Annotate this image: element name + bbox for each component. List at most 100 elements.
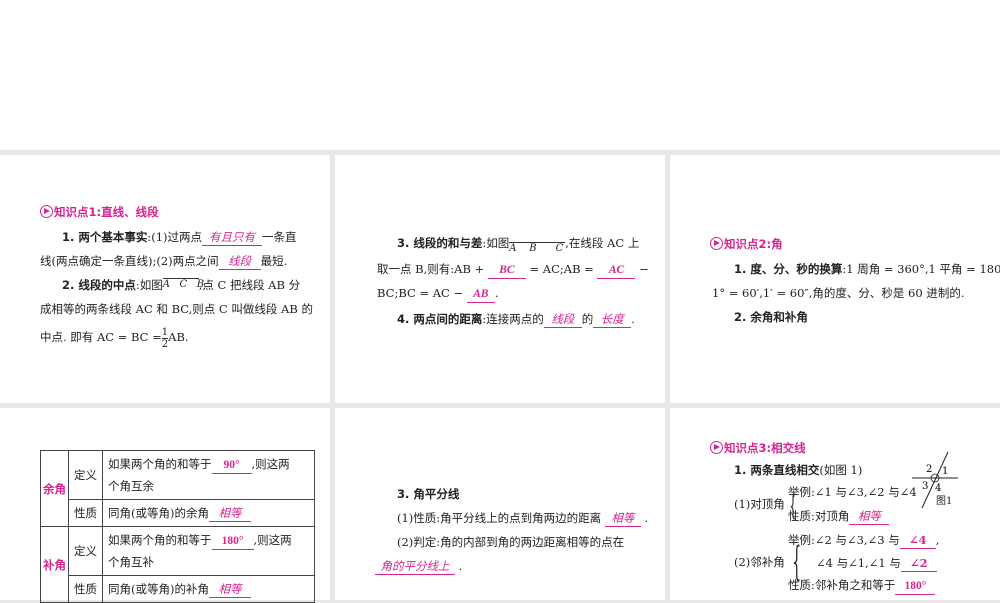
answer-blank: 线段 [218,253,261,270]
answer-blank: 长度 [593,311,632,328]
text: 最短. [260,254,288,268]
text: 同角(或等角)的补角 [108,582,209,596]
item-label: 1. 度、分、秒的换算 [734,262,843,276]
text: BC;BC = AC − [377,286,464,300]
text-line: 举例:∠2 与∠3,∠3 与 ∠4, [788,528,939,552]
text: 举例:∠2 与∠3,∠3 与 [788,533,900,547]
text: 性质:邻补角之和等于 [788,578,896,592]
figure-caption: 图1 [936,496,953,507]
point-label: C [179,279,188,290]
text: − [639,262,649,276]
section-heading: 知识点1:直线、线段 [40,200,159,224]
play-icon [710,237,723,250]
text: (1)对顶角 [734,497,785,511]
text-line: 1. 两个基本事实:(1)过两点 有且只有 一条直 [62,225,297,249]
text: 的 [581,312,594,326]
text: 取一点 B,则有:AB + [377,262,485,276]
text-line: 中点. 即有 AC = BC = 1 2 AB. [40,325,189,350]
text: 一条直 [262,230,297,244]
text-line: 线(两点确定一条直线);(2)两点之间 线段 最短. [40,249,287,273]
label-cell: 性质 [68,499,103,527]
play-icon [40,205,53,218]
table-row: 补角 定义 如果两个角的和等于 180° ,则这两 个角互补 [40,526,315,603]
answer-blank: 角的平分线上 [375,558,455,575]
answer-blank: 线段 [543,311,582,328]
answer-blank: 相等 [604,510,641,527]
definition-cell: 如果两个角的和等于 90° ,则这两 个角互余 [102,450,315,500]
text-line: 1. 两条直线相交(如图 1) [734,458,862,482]
text: ,点 C 把线段 AB 分 [198,278,301,292]
text: ,在线段 AC 上 [565,236,640,250]
text-line: ∠4 与∠1,∠1 与 ∠2 [816,551,937,575]
answer-blank: 90° [211,457,252,474]
text: 线(两点确定一条直线);(2)两点之间 [40,254,219,268]
property-cell: 同角(或等角)的补角 相等 [102,575,315,603]
text-line: 3. 角平分线 [397,482,459,506]
category-cell: 补角 [40,526,69,603]
answer-blank: 180° [895,578,936,595]
table-row: 性质 同角(或等角)的补角 相等 [41,575,315,603]
category-cell: 余角 [40,450,69,527]
text: 同角(或等角)的余角 [108,506,209,520]
answer-blank: 有且只有 [202,229,263,246]
text-line: (2)判定:角的内部到角的两边距离相等的点在 [397,535,625,549]
text: ∠4 与∠1,∠1 与 [816,556,901,570]
text: . [494,286,499,300]
answer-blank: 相等 [208,505,251,522]
panel-angle-bisector: 3. 角平分线 (1)性质:角平分线上的点到角两边的距离 相等 . (2)判定:… [335,408,665,600]
text: ,则这两 [251,457,290,471]
text: 如果两个角的和等于 [108,533,212,547]
panel-intersecting-lines: 知识点3:相交线 1. 两条直线相交(如图 1) 2 1 3 4 图1 (1)对… [670,408,1000,600]
text: 如果两个角的和等于 [108,457,212,471]
panel-line-segment: 知识点1:直线、线段 1. 两个基本事实:(1)过两点 有且只有 一条直 线(两点确… [0,155,330,403]
item-label: 4. 两点间的距离 [397,312,483,326]
segment-figure: A C B [162,278,204,291]
text-line: 2. 线段的中点:如图A C B,点 C 把线段 AB 分 [62,273,300,297]
item-label: 2. 余角和补角 [734,310,808,324]
segment-figure: A B C [509,242,566,255]
top-blank-area [0,0,1000,150]
angle-label: 1 [942,466,948,477]
text-line: 1. 度、分、秒的换算:1 周角 = 360°,1 平角 = 180°, [734,257,1000,281]
label-cell: 定义 [68,526,103,576]
text: :连接两点的 [482,312,544,326]
text: . [644,511,649,525]
text: :(1)过两点 [147,230,203,244]
play-icon [710,441,723,454]
section-heading: 知识点3:相交线 [710,436,806,460]
definition-cell: 如果两个角的和等于 180° ,则这两 个角互补 [102,526,315,576]
text: ,则这两 [253,533,292,547]
answer-blank: 相等 [849,508,890,525]
text-line: 2. 余角和补角 [734,305,808,329]
text: 个角互补 [108,555,154,569]
point-label: B [529,243,537,254]
answer-blank: 相等 [208,581,251,598]
answer-blank: AC [597,262,636,279]
angle-table: 余角 定义 如果两个角的和等于 90° ,则这两 个角互余 性质 同角(或等角)的余角 相等 … [40,450,315,603]
text: . [631,312,635,326]
answer-blank: AB [466,286,495,303]
text-line: 性质:邻补角之和等于 180° [788,573,936,597]
text: . [458,559,463,573]
answer-blank: ∠4 [899,532,936,549]
heading-text: 知识点2:角 [724,237,783,251]
table-row: 余角 定义 如果两个角的和等于 90° ,则这两 个角互余 [40,450,315,527]
text-line: BC;BC = AC − AB. [377,281,498,305]
text: (1)性质:角平分线上的点到角两边的距离 [397,511,602,525]
answer-blank: ∠2 [900,555,937,572]
text: (如图 1) [819,463,863,477]
item-label: 3. 角平分线 [397,487,460,501]
answer-blank: BC [487,262,526,279]
angle-label: 2 [926,464,932,475]
item-label: 3. 线段的和与差 [397,236,483,250]
text: :1 周角 = 360°,1 平角 = 180°, [842,262,1000,276]
text: 中点. 即有 AC = BC = [40,330,162,344]
text-line: (1)性质:角平分线上的点到角两边的距离 相等 . [397,506,648,530]
point-label: A [162,279,170,290]
angle-label: 3 [922,481,928,492]
text: :如图 [482,236,510,250]
text-line: 性质:对顶角 相等 [788,504,890,528]
text-line: 3. 线段的和与差:如图A B C ,在线段 AC 上 [397,231,639,255]
heading-text: 知识点1:直线、线段 [54,205,159,219]
text-line: 1° = 60′,1′ = 60″,角的度、分、秒是 60 进制的. [712,286,965,300]
